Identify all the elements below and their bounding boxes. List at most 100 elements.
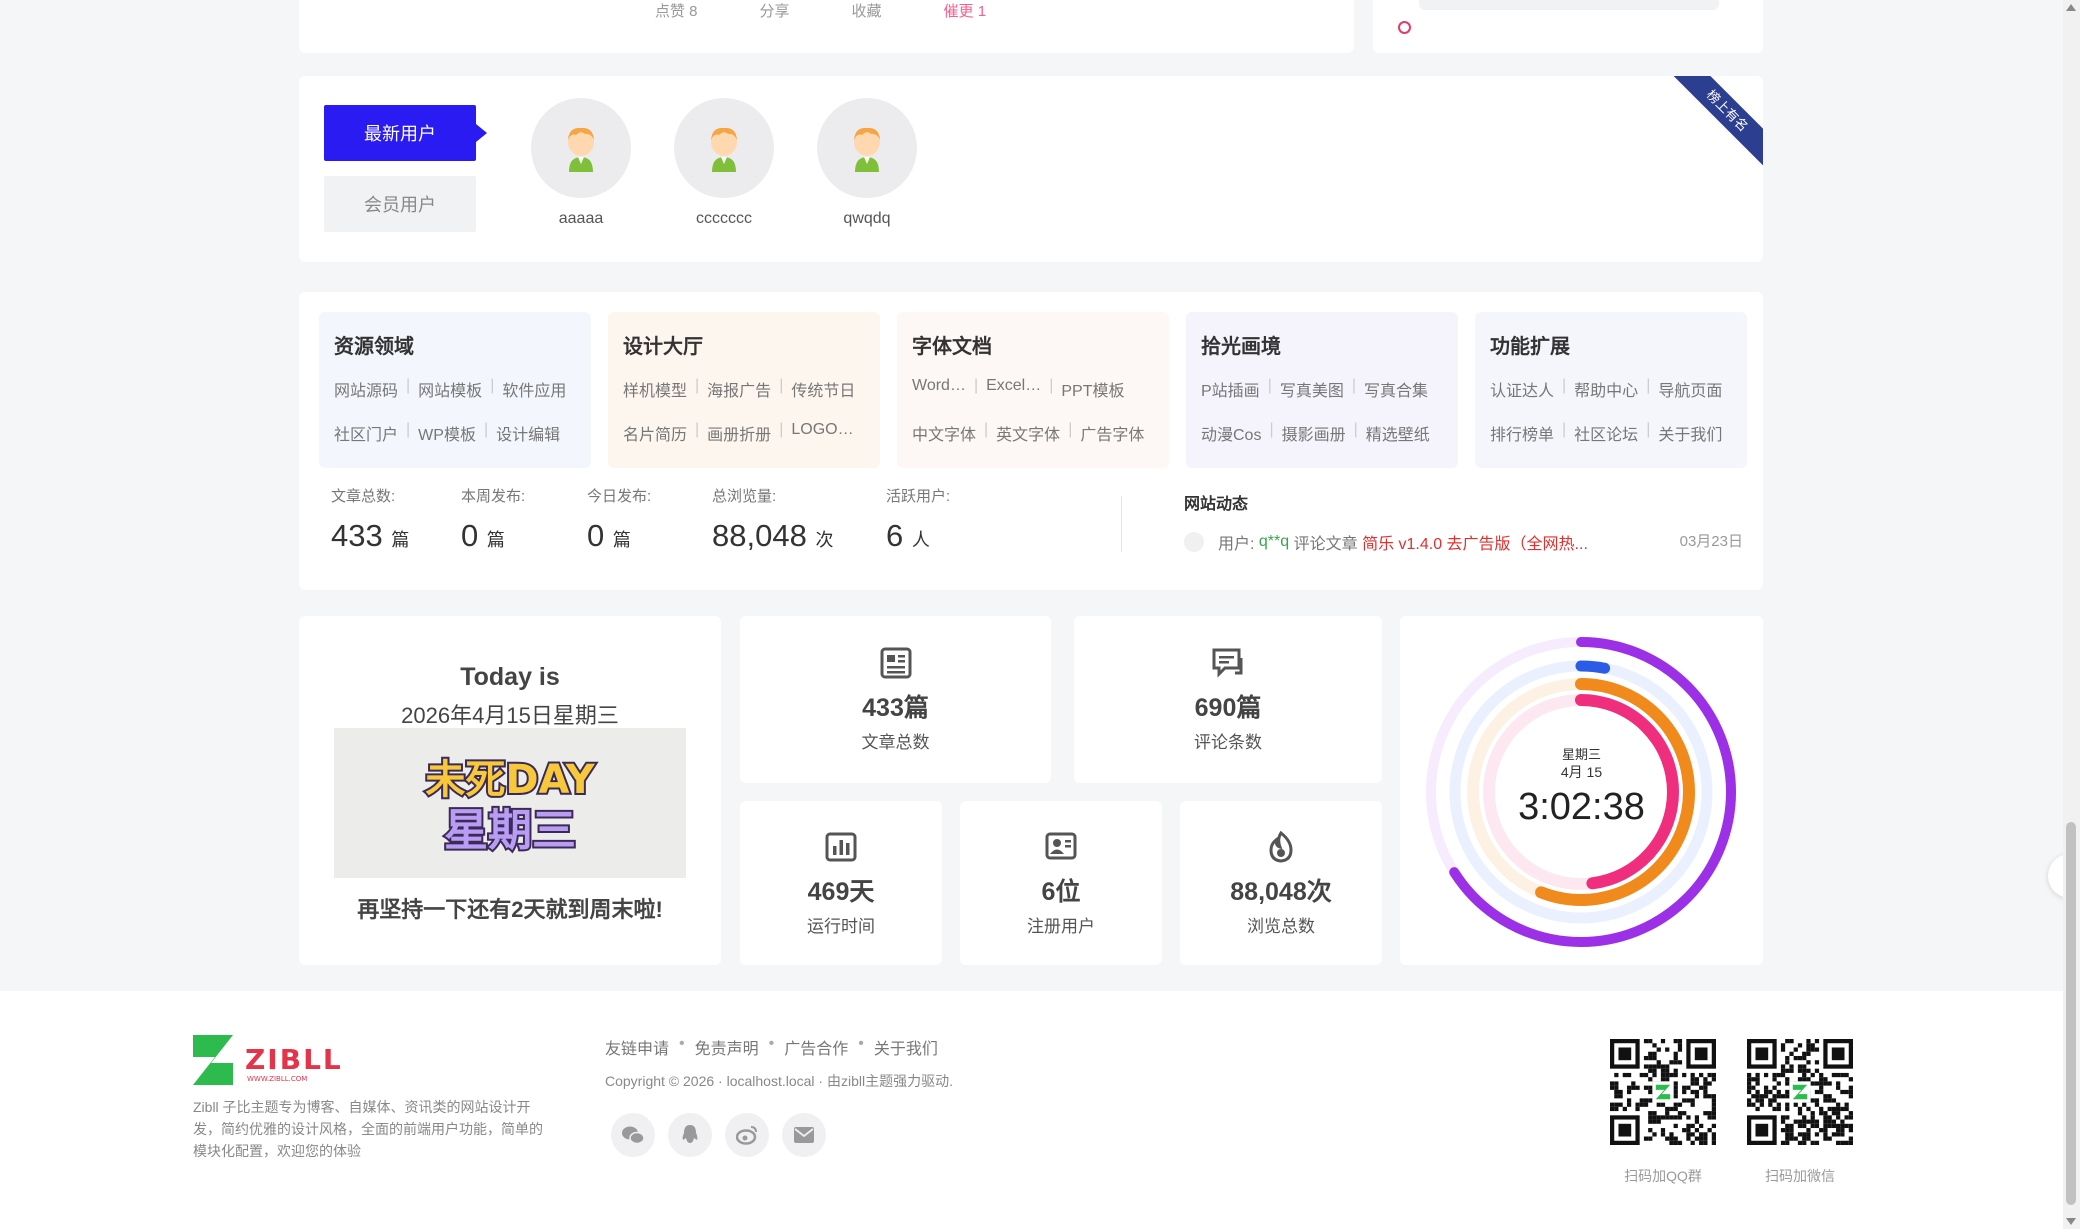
stat-value: 6 — [886, 518, 904, 553]
category-link[interactable]: 社区门户 — [334, 421, 398, 445]
tab-vip-users[interactable]: 会员用户 — [324, 176, 476, 232]
category-link[interactable]: 网站源码 — [334, 377, 398, 401]
article-icon — [880, 647, 911, 679]
copyright: Copyright © 2026 · localhost.local · 由zi… — [605, 1073, 953, 1089]
category-link[interactable]: 精选壁纸 — [1366, 421, 1430, 445]
scroll-down-arrow-icon[interactable] — [2066, 1218, 2076, 1225]
stat-label: 总浏览量: — [712, 488, 777, 505]
footer-link[interactable]: 广告合作 — [784, 1035, 848, 1059]
chart-icon — [825, 832, 857, 861]
ranking-ribbon: 榜上有名 — [1661, 76, 1763, 177]
stat-card-runtime: 469天 运行时间 — [740, 801, 942, 965]
users-card: 最新用户 会员用户 aaaaa ccccccc qwqdq 榜上有名 — [299, 76, 1763, 262]
user-item[interactable]: ccccccc — [674, 98, 774, 228]
site-logo[interactable]: ZIBLL WWW.ZIBLL.COM — [193, 1035, 353, 1090]
category-link[interactable]: 软件应用 — [502, 377, 566, 401]
category-link[interactable]: 摄影画册 — [1282, 421, 1346, 445]
category-link[interactable]: 画册折册 — [707, 421, 771, 445]
category-link[interactable]: Excel… — [986, 377, 1041, 401]
category-link[interactable]: 英文字体 — [996, 421, 1060, 445]
qr-qq-group: 扫码加QQ群 — [1610, 1039, 1716, 1186]
urge-button[interactable]: 催更 1 — [944, 0, 987, 21]
category-link[interactable]: 写真合集 — [1364, 377, 1428, 401]
clock-weekday: 星期三 — [1561, 747, 1601, 762]
banner-text: 星期三 — [444, 805, 576, 856]
category-link[interactable]: 传统节日 — [791, 377, 855, 401]
stat-total-views: 总浏览量: 88,048 次 — [712, 485, 833, 554]
category-link[interactable]: 名片简历 — [623, 421, 687, 445]
dynamics-user[interactable]: q**q — [1259, 533, 1289, 551]
logo-text: ZIBLL — [245, 1043, 343, 1076]
category-link[interactable]: 社区论坛 — [1574, 421, 1638, 445]
category-link[interactable]: WP模板 — [418, 421, 476, 445]
category-box-resources: 资源领域 网站源码 | 网站模板 | 软件应用 社区门户 | WP模板 | 设计编辑 — [319, 312, 591, 468]
category-link[interactable]: 中文字体 — [912, 421, 976, 445]
wechat-icon[interactable] — [611, 1113, 655, 1157]
category-title[interactable]: 设计大厅 — [623, 330, 865, 359]
category-link[interactable]: 导航页面 — [1658, 377, 1722, 401]
category-link[interactable]: Word… — [912, 377, 966, 401]
footer-links: 友链申请 • 免责声明 • 广告合作 • 关于我们 — [605, 1035, 938, 1059]
logo-subtext: WWW.ZIBLL.COM — [247, 1075, 307, 1083]
today-title: Today is — [460, 663, 560, 691]
dynamics-article-link[interactable]: 简乐 v1.4.0 去广告版（全网热... — [1362, 530, 1588, 554]
email-icon[interactable] — [782, 1113, 826, 1157]
category-link[interactable]: PPT模板 — [1061, 377, 1124, 401]
stat-card-number: 433篇 — [862, 694, 929, 722]
category-title[interactable]: 资源领域 — [334, 330, 576, 359]
qr-code-icon — [1747, 1039, 1853, 1145]
category-link[interactable]: 写真美图 — [1280, 377, 1344, 401]
category-link[interactable]: 关于我们 — [1658, 421, 1722, 445]
scrollbar[interactable] — [2063, 0, 2080, 1229]
dynamics-item[interactable]: 用户: q**q 评论文章 简乐 v1.4.0 去广告版（全网热... — [1184, 530, 1744, 554]
dynamics-action: 评论文章 — [1293, 536, 1358, 553]
today-date: 2026年4月15日星期三 — [401, 703, 619, 728]
category-link[interactable]: P站插画 — [1201, 377, 1260, 401]
category-link[interactable]: 认证达人 — [1490, 377, 1554, 401]
share-button[interactable]: 分享 — [760, 0, 790, 21]
category-link[interactable]: 样机模型 — [623, 377, 687, 401]
user-name[interactable]: qwqdq — [817, 210, 917, 228]
category-link[interactable]: 排行榜单 — [1490, 421, 1554, 445]
user-name[interactable]: aaaaa — [531, 210, 631, 228]
tab-new-users[interactable]: 最新用户 — [324, 105, 487, 161]
category-title[interactable]: 字体文档 — [912, 330, 1154, 359]
fire-icon — [1269, 830, 1293, 863]
footer-link[interactable]: 友链申请 — [605, 1035, 669, 1059]
qq-icon[interactable] — [668, 1113, 712, 1157]
stat-unit: 篇 — [612, 530, 631, 550]
footer-link[interactable]: 关于我们 — [874, 1035, 938, 1059]
user-item[interactable]: qwqdq — [817, 98, 917, 228]
stat-card-label: 运行时间 — [807, 916, 875, 936]
scroll-up-arrow-icon[interactable] — [2066, 4, 2076, 11]
category-link[interactable]: 网站模板 — [418, 377, 482, 401]
category-stats-card: 资源领域 网站源码 | 网站模板 | 软件应用 社区门户 | WP模板 | 设计编辑 设… — [299, 292, 1763, 590]
scrollbar-thumb[interactable] — [2066, 822, 2076, 1205]
stat-value: 88,048 — [712, 518, 807, 553]
category-link[interactable]: 设计编辑 — [496, 421, 560, 445]
stat-label: 活跃用户: — [886, 488, 951, 505]
weekday-banner-image: 未死DAY 星期三 — [334, 728, 686, 878]
user-item[interactable]: aaaaa — [531, 98, 631, 228]
category-link[interactable]: 动漫Cos — [1201, 421, 1261, 445]
category-link[interactable]: LOGO… — [791, 421, 853, 445]
category-link[interactable]: 帮助中心 — [1574, 377, 1638, 401]
avatar[interactable] — [531, 98, 631, 198]
user-name[interactable]: ccccccc — [674, 210, 774, 228]
category-link[interactable]: 海报广告 — [707, 377, 771, 401]
stat-unit: 篇 — [391, 530, 410, 550]
avatar[interactable] — [817, 98, 917, 198]
category-link[interactable]: 广告字体 — [1080, 421, 1144, 445]
avatar[interactable] — [1184, 532, 1204, 552]
category-title[interactable]: 拾光画境 — [1201, 330, 1443, 359]
stat-card-label: 浏览总数 — [1247, 916, 1315, 936]
stat-label: 文章总数: — [331, 488, 396, 505]
divider — [1121, 496, 1122, 552]
weibo-icon[interactable] — [725, 1113, 769, 1157]
favorite-button[interactable]: 收藏 — [852, 0, 882, 21]
avatar[interactable] — [674, 98, 774, 198]
today-message: 再坚持一下还有2天就到周末啦! — [357, 897, 663, 922]
category-title[interactable]: 功能扩展 — [1490, 330, 1732, 359]
like-button[interactable]: 点赞 8 — [655, 0, 698, 21]
footer-link[interactable]: 免责声明 — [695, 1035, 759, 1059]
